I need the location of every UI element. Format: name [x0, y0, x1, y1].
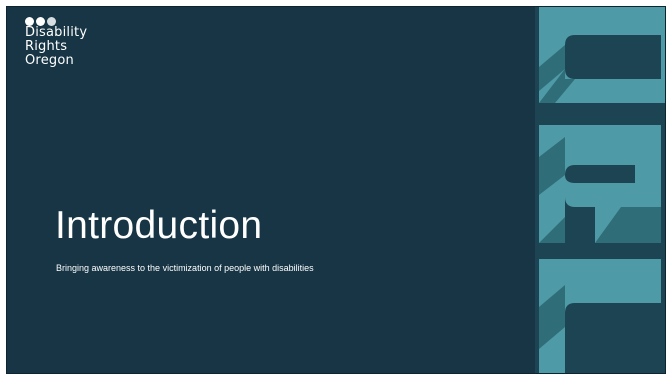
logo-text-line: Disability: [25, 25, 88, 40]
dro-logo: Disability Rights Oregon: [25, 16, 135, 68]
slide-subtitle: Bringing awareness to the victimization …: [56, 263, 314, 273]
logo-text-line: Oregon: [25, 53, 74, 68]
slide-frame: Disability Rights Oregon Introduction Br…: [0, 0, 670, 381]
logo-text-line: Rights: [25, 39, 68, 54]
slide-title: Introduction: [55, 204, 263, 247]
dro-letters-graphic: [535, 7, 665, 373]
title-slide: Disability Rights Oregon Introduction Br…: [7, 7, 665, 373]
